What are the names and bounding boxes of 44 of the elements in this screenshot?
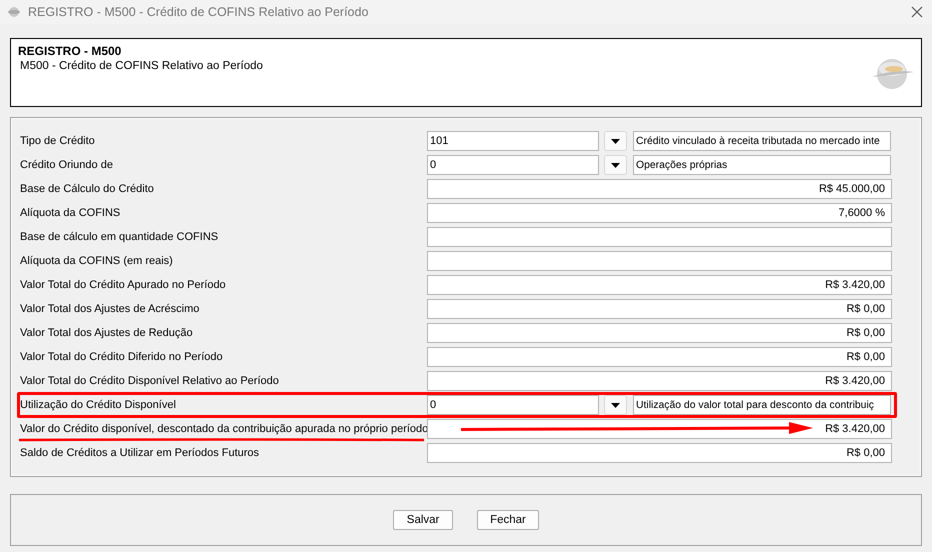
header-title: REGISTRO - M500 — [18, 44, 122, 58]
app-icon — [8, 6, 20, 18]
description-field[interactable]: Utilização do valor total para desconto da contribuiç — [633, 395, 891, 415]
save-button[interactable]: Salvar — [393, 510, 454, 530]
field-label: Crédito Oriundo de — [19, 159, 114, 171]
code-field[interactable]: 0 — [427, 155, 599, 175]
field-label: Valor Total do Crédito Apurado no Período — [19, 279, 227, 291]
dropdown-button[interactable] — [604, 395, 627, 415]
field-label: Base de cálculo em quantidade COFINS — [19, 231, 220, 243]
amount-field[interactable]: R$ 0,00 — [427, 347, 892, 367]
code-field[interactable]: 0 — [427, 395, 599, 415]
field-label: Saldo de Créditos a Utilizar em Períodos Futuros — [19, 447, 260, 459]
window-title: REGISTRO - M500 - Crédito de COFINS Relativo ao Período — [28, 5, 370, 19]
field-label: Tipo de Crédito — [19, 135, 96, 147]
amount-field[interactable]: R$ 0,00 — [427, 299, 892, 319]
amount-field[interactable]: 7,6000 % — [427, 203, 892, 223]
amount-field[interactable]: R$ 3.420,00 — [427, 275, 892, 295]
amount-field[interactable]: R$ 0,00 — [427, 323, 892, 343]
close-button[interactable] — [910, 5, 924, 19]
field-label: Valor Total dos Ajustes de Acréscimo — [19, 303, 200, 315]
field-label: Valor do Crédito disponível, descontado da contribuição apurada no próprio período — [19, 423, 427, 435]
amount-field[interactable] — [427, 251, 892, 271]
field-label: Base de Cálculo do Crédito — [19, 183, 155, 195]
header-subtitle: M500 - Crédito de COFINS Relativo ao Período — [19, 60, 264, 72]
amount-field[interactable]: R$ 0,00 — [427, 443, 892, 463]
field-label: Utilização do Crédito Disponível — [19, 399, 177, 411]
field-label: Valor Total do Crédito Diferido no Período — [19, 351, 224, 363]
dropdown-button[interactable] — [604, 155, 627, 175]
caret-icon — [611, 402, 620, 408]
description-field[interactable]: Operações próprias — [633, 155, 891, 175]
close-button[interactable]: Fechar — [477, 510, 539, 530]
field-label: Valor Total dos Ajustes de Redução — [19, 327, 194, 339]
field-label: Alíquota da COFINS (em reais) — [19, 255, 174, 267]
description-field[interactable]: Crédito vinculado à receita tributada no mercado inte — [633, 131, 891, 151]
caret-icon — [611, 162, 620, 168]
amount-field[interactable]: R$ 45.000,00 — [427, 179, 892, 199]
field-label: Alíquota da COFINS — [19, 207, 122, 219]
caret-icon — [611, 138, 620, 144]
code-field[interactable]: 101 — [427, 131, 599, 151]
amount-field[interactable]: R$ 3.420,00 — [427, 371, 892, 391]
globe-logo-icon — [870, 57, 914, 91]
amount-field[interactable] — [427, 227, 892, 247]
dropdown-button[interactable] — [604, 131, 627, 151]
field-label: Valor Total do Crédito Disponível Relativo ao Período — [19, 375, 280, 387]
